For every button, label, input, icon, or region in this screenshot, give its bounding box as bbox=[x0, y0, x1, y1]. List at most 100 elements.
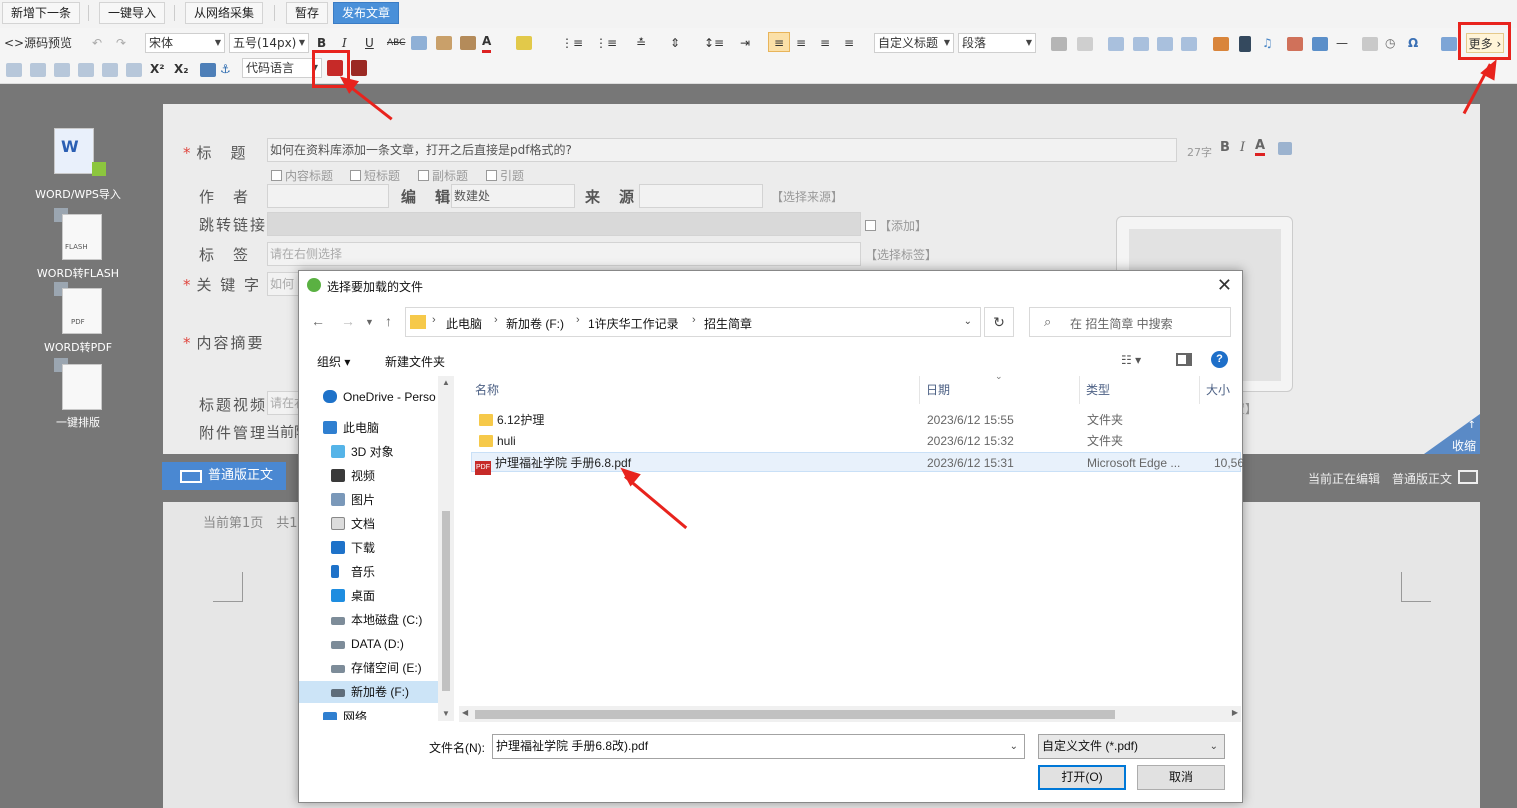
clear-format-icon[interactable] bbox=[436, 36, 452, 50]
nav-desktop[interactable]: 桌面 bbox=[299, 585, 439, 607]
add-link-checkbox[interactable]: 【添加】 bbox=[865, 217, 927, 234]
short-title-checkbox[interactable]: 短标题 bbox=[350, 167, 400, 184]
image-center-icon[interactable] bbox=[1181, 37, 1197, 51]
web-collect-button[interactable]: 从网络采集 bbox=[185, 2, 264, 24]
nav-drive-f[interactable]: 新加卷 (F:) bbox=[299, 681, 439, 703]
font-color-icon[interactable]: A bbox=[482, 33, 492, 53]
recent-locations-icon[interactable]: ▼ bbox=[365, 317, 374, 327]
horizontal-rule-icon[interactable]: — bbox=[1336, 33, 1348, 53]
scroll-down-icon[interactable]: ▼ bbox=[442, 709, 450, 718]
jump-link-input[interactable] bbox=[267, 212, 861, 236]
tags-input[interactable]: 请在右侧选择 bbox=[267, 242, 861, 266]
collapse-label[interactable]: 收缩 bbox=[1452, 437, 1476, 454]
refresh-icon[interactable]: ↻ bbox=[984, 307, 1014, 337]
word-to-pdf-tool[interactable]: PDF WORD转PDF bbox=[18, 282, 138, 356]
insert-attachment-icon[interactable] bbox=[200, 63, 216, 77]
special-char-icon[interactable]: Ω bbox=[1408, 33, 1418, 53]
save-draft-button[interactable]: 暂存 bbox=[286, 2, 329, 24]
file-row[interactable]: huli 2023/6/12 15:32 文件夹 bbox=[471, 431, 1241, 451]
title-style-icon[interactable] bbox=[1278, 142, 1292, 155]
one-click-import-button[interactable]: 一键导入 bbox=[99, 2, 166, 24]
insert-time-icon[interactable]: ◷ bbox=[1385, 33, 1395, 53]
breadcrumb-drive-f[interactable]: 新加卷 (F:) bbox=[506, 315, 564, 332]
up-arrow-icon[interactable]: ↑ bbox=[385, 313, 392, 329]
align-left-button[interactable]: ≡ bbox=[768, 32, 790, 52]
title-italic-button[interactable]: I bbox=[1240, 140, 1245, 155]
breadcrumb-work-records[interactable]: 1许庆华工作记录 bbox=[588, 315, 679, 332]
nav-drive-c[interactable]: 本地磁盘 (C:) bbox=[299, 609, 439, 631]
choose-source-link[interactable]: 【选择来源】 bbox=[771, 188, 843, 205]
editor-input[interactable]: 数建处 bbox=[451, 184, 575, 208]
paragraph-select[interactable]: 段落 ▼ bbox=[958, 33, 1036, 53]
insert-date-icon[interactable] bbox=[1362, 37, 1378, 51]
column-size[interactable]: 大小 bbox=[1200, 376, 1242, 404]
new-folder-button[interactable]: 新建文件夹 bbox=[385, 353, 445, 370]
undo-icon[interactable]: ↶ bbox=[92, 33, 102, 53]
filename-input[interactable]: 护理福祉学院 手册6.8改).pdf ⌄ bbox=[492, 734, 1025, 759]
title-input[interactable]: 如何在资料库添加一条文章，打开之后直接是pdf格式的? bbox=[267, 138, 1177, 162]
author-input[interactable] bbox=[267, 184, 389, 208]
preview-pane-icon[interactable] bbox=[1176, 353, 1192, 366]
paragraph-spacing-icon[interactable]: ⇕ bbox=[670, 33, 680, 53]
open-button[interactable]: 打开(O) bbox=[1038, 765, 1126, 790]
nav-music[interactable]: 音乐 bbox=[299, 561, 439, 583]
content-title-checkbox[interactable]: 内容标题 bbox=[271, 167, 333, 184]
column-name[interactable]: 名称 bbox=[469, 376, 920, 404]
insert-frame-icon[interactable] bbox=[1312, 37, 1328, 51]
table-row-before-icon[interactable] bbox=[6, 63, 22, 77]
scroll-left-icon[interactable]: ◀ bbox=[462, 708, 468, 717]
nav-3d-objects[interactable]: 3D 对象 bbox=[299, 441, 439, 463]
scroll-thumb[interactable] bbox=[475, 710, 1115, 719]
align-justify-button[interactable]: ≡ bbox=[844, 33, 854, 53]
subscript-button[interactable]: X₂ bbox=[174, 59, 189, 79]
publish-button[interactable]: 发布文章 bbox=[333, 2, 400, 24]
highlight-color-icon[interactable] bbox=[516, 36, 532, 50]
back-arrow-icon[interactable]: ← bbox=[311, 313, 325, 329]
nav-onedrive[interactable]: OneDrive - Perso bbox=[299, 386, 439, 408]
nav-scrollbar[interactable]: ▲ ▼ bbox=[438, 376, 454, 721]
nav-this-pc[interactable]: 此电脑 bbox=[299, 417, 439, 439]
insert-music-icon[interactable]: ♫ bbox=[1262, 33, 1273, 53]
font-family-select[interactable]: 宋体 ▼ bbox=[145, 33, 225, 53]
table-merge-icon[interactable] bbox=[102, 63, 118, 77]
nav-drive-e[interactable]: 存储空间 (E:) bbox=[299, 657, 439, 679]
file-row-selected[interactable]: PDF 护理福祉学院 手册6.8.pdf 2023/6/12 15:31 Micr… bbox=[471, 452, 1244, 475]
address-bar[interactable]: › 此电脑 › 新加卷 (F:) › 1许庆华工作记录 › 招生简章 ⌄ bbox=[405, 307, 981, 337]
letter-spacing-icon[interactable]: ≛ bbox=[636, 33, 646, 53]
word-to-flash-tool[interactable]: FLASH WORD转FLASH bbox=[18, 208, 138, 282]
help-icon[interactable]: ? bbox=[1211, 351, 1228, 368]
link-icon[interactable] bbox=[1051, 37, 1067, 51]
image-float-left-icon[interactable] bbox=[1133, 37, 1149, 51]
scroll-up-icon[interactable]: ▲ bbox=[442, 378, 450, 387]
close-icon[interactable]: ✕ bbox=[1217, 275, 1232, 296]
indent-icon[interactable]: ⇥ bbox=[740, 33, 750, 53]
subtitle-checkbox[interactable]: 副标题 bbox=[418, 167, 468, 184]
nav-network[interactable]: 网络 bbox=[299, 708, 439, 720]
add-next-button[interactable]: 新增下一条 bbox=[2, 2, 81, 24]
font-size-select[interactable]: 五号(14px) ▼ bbox=[229, 33, 309, 53]
nav-videos[interactable]: 视频 bbox=[299, 465, 439, 487]
table-split-icon[interactable] bbox=[126, 63, 142, 77]
one-click-layout-tool[interactable]: 一键排版 bbox=[18, 358, 138, 432]
nav-pictures[interactable]: 图片 bbox=[299, 489, 439, 511]
underline-button[interactable]: U bbox=[365, 33, 374, 53]
scroll-thumb[interactable] bbox=[442, 511, 450, 691]
format-painter-icon[interactable] bbox=[411, 36, 427, 50]
organize-button[interactable]: 组织 ▾ bbox=[317, 353, 350, 370]
chevron-down-icon[interactable]: ⌄ bbox=[964, 316, 972, 327]
unordered-list-icon[interactable]: ⋮≡ bbox=[595, 33, 617, 53]
align-right-button[interactable]: ≡ bbox=[820, 33, 830, 53]
table-col-before-icon[interactable] bbox=[54, 63, 70, 77]
preview-button[interactable]: 预览 bbox=[48, 33, 72, 53]
file-list-scrollbar[interactable]: ◀ ▶ bbox=[459, 706, 1241, 722]
normal-mode-tab[interactable]: 普通版正文 bbox=[162, 462, 286, 490]
insert-map-icon[interactable] bbox=[1287, 37, 1303, 51]
word-wps-import-tool[interactable]: W WORD/WPS导入 bbox=[18, 128, 138, 202]
anchor-icon[interactable]: ⚓ bbox=[220, 59, 231, 79]
chevron-down-icon[interactable]: ⌄ bbox=[1010, 735, 1018, 758]
nav-drive-d[interactable]: DATA (D:) bbox=[299, 633, 439, 655]
redo-icon[interactable]: ↷ bbox=[116, 33, 126, 53]
nav-documents[interactable]: 文档 bbox=[299, 513, 439, 535]
source-input[interactable] bbox=[639, 184, 763, 208]
title-color-icon[interactable]: A bbox=[1255, 139, 1266, 156]
